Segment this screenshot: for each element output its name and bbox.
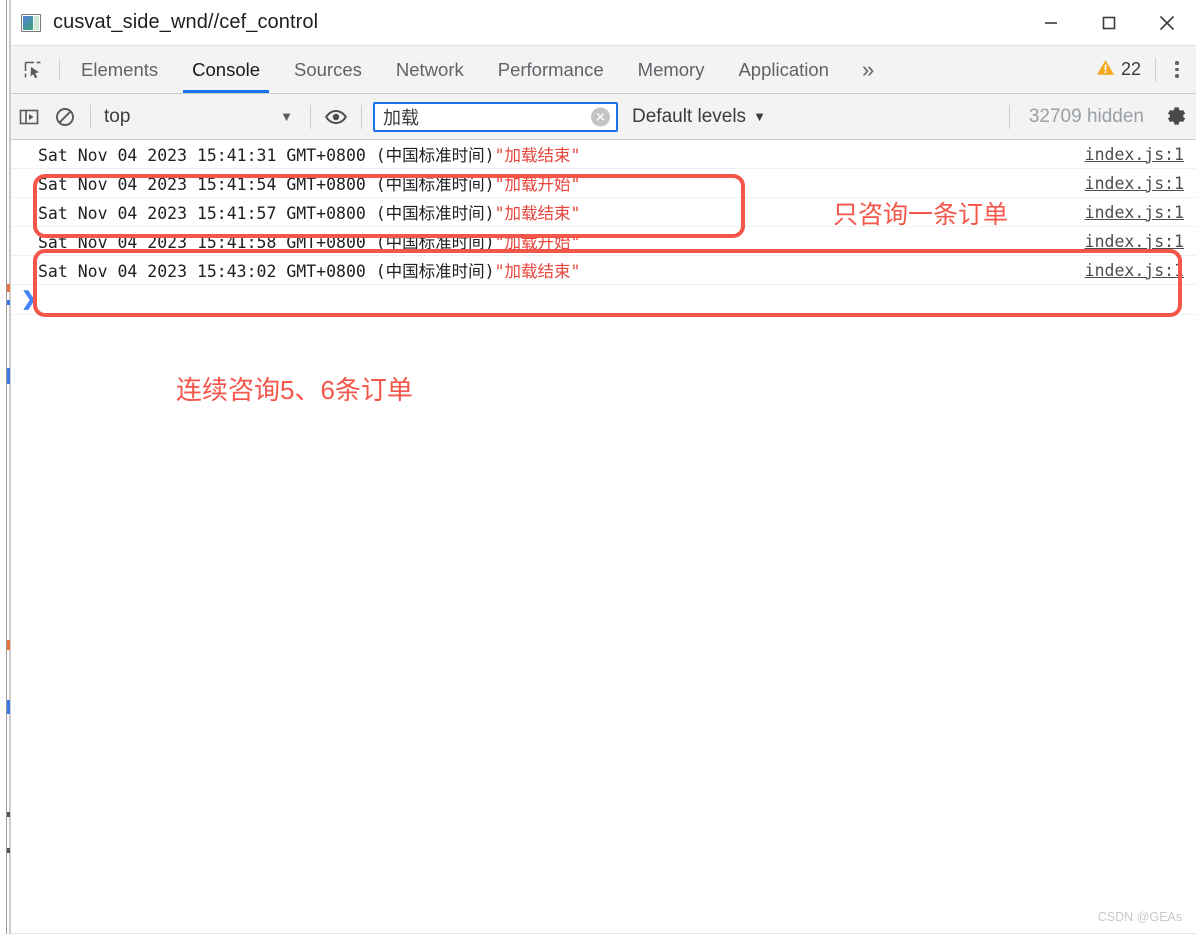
toolbar-divider xyxy=(361,104,362,129)
chevron-down-icon: ▼ xyxy=(753,109,766,124)
log-levels-label: Default levels xyxy=(632,105,747,127)
annotation-note: 连续咨询5、6条订单 xyxy=(176,375,413,405)
app-window-icon xyxy=(21,13,41,32)
maximize-button[interactable] xyxy=(1080,0,1138,46)
tab-application[interactable]: Application xyxy=(721,46,846,93)
log-message-value: "加载开始" xyxy=(494,233,581,252)
close-button[interactable] xyxy=(1138,0,1196,46)
tab-memory[interactable]: Memory xyxy=(621,46,722,93)
clear-console-icon[interactable] xyxy=(47,94,83,139)
log-message-text: Sat Nov 04 2023 15:41:54 GMT+0800 (中国标准时… xyxy=(38,175,495,194)
log-source-link[interactable]: index.js:1 xyxy=(1085,203,1184,222)
log-message-text: Sat Nov 04 2023 15:41:57 GMT+0800 (中国标准时… xyxy=(38,204,495,223)
log-source-link[interactable]: index.js:1 xyxy=(1085,232,1184,251)
log-message-text: Sat Nov 04 2023 15:41:58 GMT+0800 (中国标准时… xyxy=(38,233,495,252)
chevron-down-icon: ▼ xyxy=(280,109,293,124)
tab-sources[interactable]: Sources xyxy=(277,46,379,93)
tab-performance[interactable]: Performance xyxy=(481,46,621,93)
log-source-link[interactable]: index.js:1 xyxy=(1085,145,1184,164)
console-message-list[interactable]: Sat Nov 04 2023 15:41:31 GMT+0800 (中国标准时… xyxy=(11,140,1196,934)
execution-context-selector[interactable]: top ▼ xyxy=(98,94,303,139)
devtools-tabs: Elements Console Sources Network Perform… xyxy=(64,46,890,93)
prompt-caret-icon: ❯ xyxy=(21,289,37,310)
toolbar-divider xyxy=(90,104,91,129)
tab-bar-divider xyxy=(1155,57,1156,82)
console-filter-box[interactable]: ✕ xyxy=(373,101,618,132)
console-input-prompt[interactable]: ❯ xyxy=(11,285,1196,315)
console-log-row[interactable]: Sat Nov 04 2023 15:41:58 GMT+0800 (中国标准时… xyxy=(11,227,1196,256)
minimize-button[interactable] xyxy=(1022,0,1080,46)
console-log-row[interactable]: Sat Nov 04 2023 15:41:57 GMT+0800 (中国标准时… xyxy=(11,198,1196,227)
tab-bar-divider xyxy=(59,58,60,81)
tab-elements[interactable]: Elements xyxy=(64,46,175,93)
warning-badge[interactable]: 22 xyxy=(1088,58,1149,82)
log-message-value: "加载结束" xyxy=(494,204,581,223)
console-toolbar-right: 32709 hidden xyxy=(1002,94,1196,139)
window-title-bar: cusvat_side_wnd//cef_control xyxy=(11,0,1196,46)
watermark-text: CSDN @GEAs xyxy=(1097,910,1182,924)
strip-edge-line-secondary xyxy=(9,0,10,934)
gear-icon[interactable] xyxy=(1156,94,1196,139)
log-source-link[interactable]: index.js:1 xyxy=(1085,174,1184,193)
app-root: cusvat_side_wnd//cef_control Elements Co… xyxy=(0,0,1196,934)
log-message-value: "加载结束" xyxy=(494,262,581,281)
log-message-text: Sat Nov 04 2023 15:41:31 GMT+0800 (中国标准时… xyxy=(38,146,495,165)
console-log-row[interactable]: Sat Nov 04 2023 15:43:02 GMT+0800 (中国标准时… xyxy=(11,256,1196,285)
warning-count: 22 xyxy=(1120,59,1141,79)
tab-bar-right-group: 22 xyxy=(1088,46,1196,93)
inspect-element-icon[interactable] xyxy=(11,46,55,93)
live-expression-icon[interactable] xyxy=(318,94,354,139)
console-log-row[interactable]: Sat Nov 04 2023 15:41:54 GMT+0800 (中国标准时… xyxy=(11,169,1196,198)
log-message-value: "加载结束" xyxy=(494,146,581,165)
devtools-more-options-icon[interactable] xyxy=(1162,46,1192,93)
tab-network[interactable]: Network xyxy=(379,46,481,93)
window-controls xyxy=(1022,0,1196,46)
console-log-row[interactable]: Sat Nov 04 2023 15:41:31 GMT+0800 (中国标准时… xyxy=(11,140,1196,169)
log-message-value: "加载开始" xyxy=(494,175,581,194)
toolbar-divider xyxy=(1008,104,1010,129)
more-tabs-icon[interactable]: » xyxy=(846,46,890,93)
devtools-tab-bar: Elements Console Sources Network Perform… xyxy=(11,46,1196,94)
clear-filter-icon[interactable]: ✕ xyxy=(591,107,610,126)
console-filter-input[interactable] xyxy=(375,103,616,130)
tab-console[interactable]: Console xyxy=(175,46,277,93)
window-title: cusvat_side_wnd//cef_control xyxy=(53,11,319,33)
background-window-strip xyxy=(0,0,11,934)
strip-edge-line xyxy=(6,0,7,934)
console-sidebar-toggle-icon[interactable] xyxy=(11,94,47,139)
execution-context-value: top xyxy=(104,105,131,127)
log-levels-selector[interactable]: Default levels ▼ xyxy=(632,94,766,139)
toolbar-divider xyxy=(310,104,311,129)
log-message-text: Sat Nov 04 2023 15:43:02 GMT+0800 (中国标准时… xyxy=(38,262,495,281)
log-source-link[interactable]: index.js:1 xyxy=(1085,261,1184,280)
console-toolbar: top ▼ ✕ Default levels ▼ 32709 hidden xyxy=(11,94,1196,140)
hidden-messages-count: 32709 hidden xyxy=(1028,105,1144,127)
warning-triangle-icon xyxy=(1096,58,1115,82)
annotation-note: 只咨询一条订单 xyxy=(833,201,1009,229)
